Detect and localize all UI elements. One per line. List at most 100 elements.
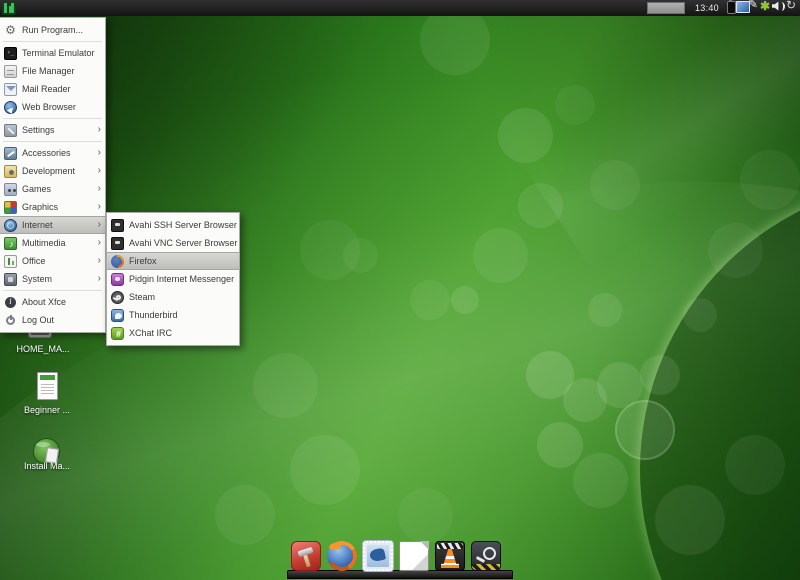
bokeh-circle	[537, 422, 583, 468]
dock-libreoffice-icon[interactable]	[399, 541, 429, 571]
bokeh-circle	[640, 355, 680, 395]
submenu-item-label: Avahi VNC Server Browser	[129, 238, 237, 248]
bokeh-circle	[473, 228, 528, 283]
menu-item-log-out[interactable]: Log Out	[0, 311, 105, 329]
updates-icon[interactable]	[760, 0, 772, 13]
submenu-item-avahi-ssh-server-browser[interactable]: Avahi SSH Server Browser	[107, 216, 239, 234]
menu-item-label: Terminal Emulator	[22, 48, 95, 58]
panel-tray-area: 13:40	[647, 0, 798, 16]
submenu-item-label: XChat IRC	[129, 328, 172, 338]
menu-item-graphics[interactable]: Graphics ›	[0, 198, 105, 216]
desktop-icon-label[interactable]: HOME_MA...	[3, 344, 83, 354]
menu-separator	[3, 290, 102, 291]
multimedia-icon	[4, 237, 17, 250]
menu-item-label: File Manager	[22, 66, 75, 76]
bokeh-circle	[215, 485, 275, 545]
submenu-item-thunderbird[interactable]: Thunderbird	[107, 306, 239, 324]
internet-icon	[4, 219, 17, 232]
menu-item-mail-reader[interactable]: Mail Reader	[0, 80, 105, 98]
menu-item-accessories[interactable]: Accessories ›	[0, 144, 105, 162]
menu-item-label: Graphics	[22, 202, 58, 212]
desktop-icon-beginner[interactable]	[37, 372, 58, 400]
games-icon	[4, 183, 17, 196]
menu-item-label: Games	[22, 184, 51, 194]
bokeh-circle	[290, 435, 360, 505]
battery-icon[interactable]	[726, 0, 736, 13]
submenu-arrow-icon: ›	[98, 125, 101, 135]
desktop-icon-label[interactable]: Install Ma...	[7, 461, 87, 471]
submenu-arrow-icon: ›	[98, 148, 101, 158]
menu-item-label: Internet	[22, 220, 53, 230]
dock-firefox-icon[interactable]	[327, 541, 357, 571]
submenu-arrow-icon: ›	[98, 202, 101, 212]
menu-item-games[interactable]: Games ›	[0, 180, 105, 198]
menu-item-file-manager[interactable]: File Manager	[0, 62, 105, 80]
menu-item-label: Mail Reader	[22, 84, 71, 94]
submenu-arrow-icon: ›	[98, 184, 101, 194]
steam-sm-icon	[111, 291, 124, 304]
stylus-icon[interactable]	[748, 0, 760, 13]
menu-item-multimedia[interactable]: Multimedia›	[0, 234, 105, 252]
bokeh-circle	[590, 160, 640, 210]
firefox-sm-icon	[111, 255, 124, 268]
menu-item-office[interactable]: Office›	[0, 252, 105, 270]
workspace-pager[interactable]	[647, 2, 685, 14]
internet-submenu: Avahi SSH Server Browser Avahi VNC Server…	[106, 212, 240, 346]
bokeh-circle	[588, 293, 622, 327]
desktop-icon-label[interactable]: Beginner ...	[7, 405, 87, 415]
bokeh-circle	[410, 280, 450, 320]
menu-item-system[interactable]: System›	[0, 270, 105, 288]
bokeh-circle	[655, 485, 725, 555]
dock-hammer-tool-icon[interactable]	[291, 541, 321, 571]
menu-item-run-program[interactable]: Run Program...	[0, 21, 105, 39]
dock-steam-icon[interactable]	[471, 541, 501, 571]
submenu-item-pidgin-internet-messenger[interactable]: Pidgin Internet Messenger	[107, 270, 239, 288]
bokeh-circle	[555, 85, 595, 125]
dock-thunderbird-icon[interactable]	[363, 541, 393, 571]
submenu-arrow-icon: ›	[98, 238, 101, 248]
bokeh-circle	[253, 353, 318, 418]
dock-vlc-icon[interactable]	[435, 541, 465, 571]
submenu-item-xchat-irc[interactable]: XChat IRC	[107, 324, 239, 342]
bokeh-circle	[740, 150, 800, 210]
submenu-arrow-icon: ›	[98, 166, 101, 176]
submenu-item-firefox[interactable]: Firefox	[107, 252, 239, 270]
bokeh-circle	[398, 488, 453, 543]
bokeh-circle	[498, 108, 553, 163]
about-icon	[4, 296, 17, 309]
submenu-item-avahi-vnc-server-browser[interactable]: Avahi VNC Server Browser	[107, 234, 239, 252]
menu-item-internet[interactable]: Internet ›	[0, 216, 105, 234]
avahi-icon	[111, 219, 124, 232]
submenu-item-label: Steam	[129, 292, 155, 302]
bokeh-circle	[451, 286, 479, 314]
menu-item-about-xfce[interactable]: About Xfce	[0, 293, 105, 311]
thunderbird-sm-icon	[111, 309, 124, 322]
submenu-arrow-icon: ›	[98, 274, 101, 284]
applications-menu: Run Program... Terminal Emulator File Mana…	[0, 17, 106, 333]
submenu-arrow-icon: ›	[98, 220, 101, 230]
menu-item-settings[interactable]: Settings›	[0, 121, 105, 139]
menu-item-label: Log Out	[22, 315, 54, 325]
menu-item-terminal-emulator[interactable]: Terminal Emulator	[0, 44, 105, 62]
settings-icon	[4, 124, 17, 137]
submenu-item-steam[interactable]: Steam	[107, 288, 239, 306]
menu-item-label: About Xfce	[22, 297, 66, 307]
network-icon[interactable]	[736, 0, 748, 13]
session-icon[interactable]	[786, 0, 798, 13]
graphics-icon	[4, 201, 17, 214]
menu-item-label: Accessories	[22, 148, 71, 158]
bokeh-circle	[683, 298, 717, 332]
menu-item-development[interactable]: Development›	[0, 162, 105, 180]
menu-item-web-browser[interactable]: Web Browser	[0, 98, 105, 116]
clock: 13:40	[695, 3, 719, 13]
bokeh-circle	[615, 400, 675, 460]
bokeh-circle	[518, 183, 563, 228]
volume-icon[interactable]	[772, 0, 786, 13]
accessories-icon	[4, 147, 17, 160]
menu-separator	[3, 41, 102, 42]
applications-menu-button[interactable]	[2, 1, 16, 15]
dock-shelf	[287, 570, 513, 579]
bokeh-circle	[708, 223, 763, 278]
top-panel: 13:40	[0, 0, 800, 16]
menu-item-label: Run Program...	[22, 25, 83, 35]
